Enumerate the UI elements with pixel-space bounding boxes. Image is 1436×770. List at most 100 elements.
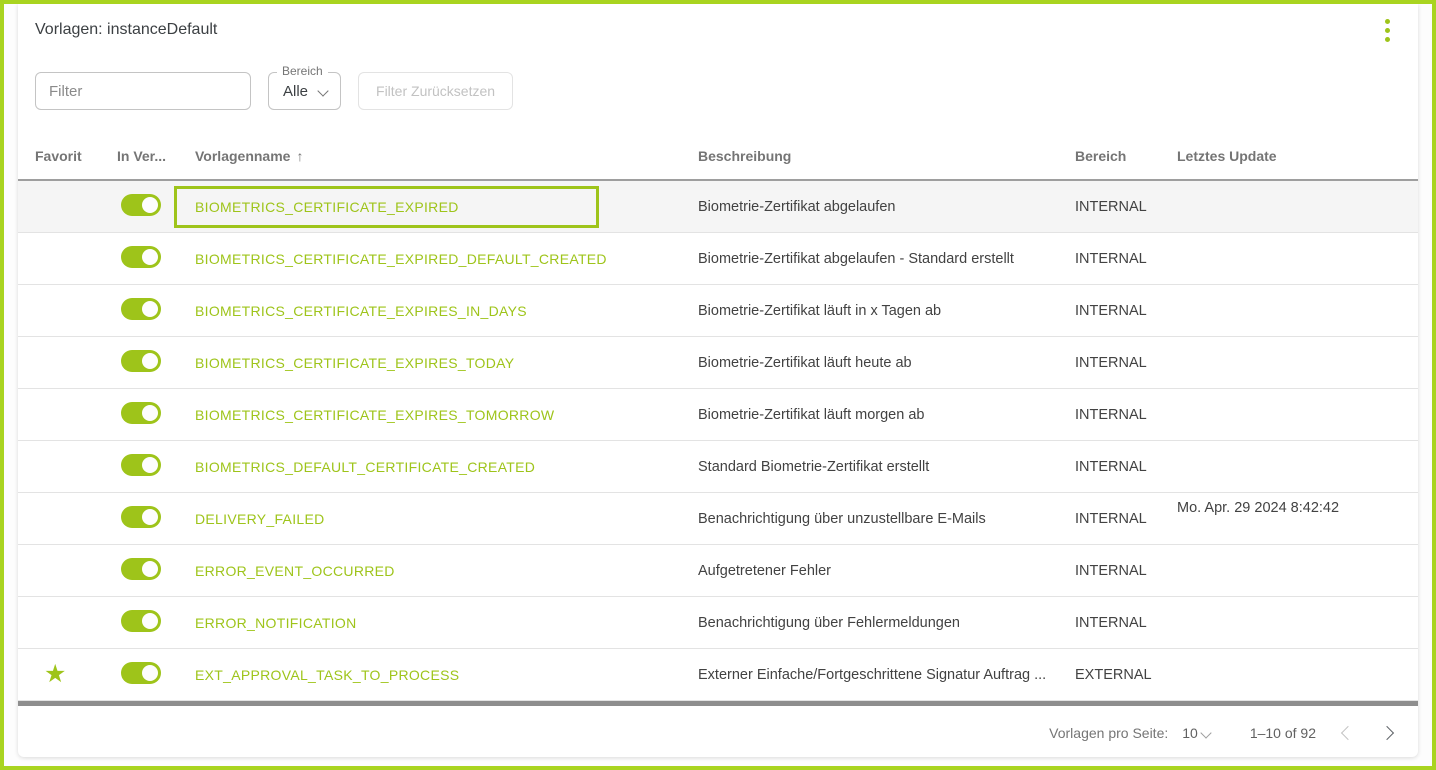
favorit-cell: ★	[35, 194, 117, 219]
favorit-cell: ★	[35, 350, 117, 375]
scope-cell: INTERNAL	[1075, 511, 1177, 527]
more-vertical-icon[interactable]	[1379, 13, 1396, 48]
favorit-cell: ★	[35, 506, 117, 531]
description-cell: Biometrie-Zertifikat läuft in x Tagen ab	[698, 303, 1075, 319]
header-bereich: Bereich	[1075, 148, 1177, 164]
filter-input[interactable]	[35, 72, 251, 110]
scope-cell: INTERNAL	[1075, 407, 1177, 423]
name-cell: ERROR_EVENT_OCCURRED	[195, 563, 698, 579]
name-cell: BIOMETRICS_CERTIFICATE_EXPIRES_IN_DAYS	[195, 303, 698, 319]
template-name-link[interactable]: BIOMETRICS_CERTIFICATE_EXPIRED_DEFAULT_C…	[195, 251, 607, 267]
in-use-toggle[interactable]	[121, 246, 161, 268]
last-update-cell	[1177, 337, 1401, 388]
horizontal-scrollbar[interactable]	[18, 701, 1418, 706]
table-row: ★ ERROR_EVENT_OCCURRED Aufgetretener Feh…	[18, 545, 1418, 597]
table-row: ★ BIOMETRICS_CERTIFICATE_EXPIRES_TODAY B…	[18, 337, 1418, 389]
in-use-toggle[interactable]	[121, 610, 161, 632]
title-bar: Vorlagen: instanceDefault	[18, 4, 1418, 56]
in-use-toggle[interactable]	[121, 558, 161, 580]
in-use-toggle[interactable]	[121, 506, 161, 528]
template-name-link[interactable]: BIOMETRICS_CERTIFICATE_EXPIRED	[195, 199, 459, 215]
favorit-cell: ★	[35, 454, 117, 479]
bereich-select-value: Alle	[283, 83, 308, 100]
template-name-link[interactable]: ERROR_NOTIFICATION	[195, 615, 356, 631]
header-vorlagenname[interactable]: Vorlagenname↑	[195, 148, 698, 164]
table-row: ★ ERROR_NOTIFICATION Benachrichtigung üb…	[18, 597, 1418, 649]
favorit-cell: ★	[35, 298, 117, 323]
name-cell: EXT_APPROVAL_TASK_TO_PROCESS	[195, 667, 698, 683]
in-use-cell	[117, 610, 195, 636]
template-name-link[interactable]: BIOMETRICS_DEFAULT_CERTIFICATE_CREATED	[195, 459, 535, 475]
name-focus-box: ERROR_NOTIFICATION	[195, 615, 698, 631]
last-update-cell: Mo. Apr. 29 2024 8:42:42	[1177, 493, 1401, 544]
in-use-cell	[117, 298, 195, 324]
name-focus-box: EXT_APPROVAL_TASK_TO_PROCESS	[195, 667, 698, 683]
in-use-toggle[interactable]	[121, 194, 161, 216]
description-cell: Standard Biometrie-Zertifikat erstellt	[698, 459, 1075, 475]
name-cell: BIOMETRICS_DEFAULT_CERTIFICATE_CREATED	[195, 459, 698, 475]
scope-cell: INTERNAL	[1075, 303, 1177, 319]
templates-card: Vorlagen: instanceDefault Bereich Alle F…	[18, 4, 1418, 757]
in-use-cell	[117, 506, 195, 532]
page-size-select[interactable]: 10	[1182, 725, 1212, 741]
description-cell: Benachrichtigung über Fehlermeldungen	[698, 615, 1075, 631]
description-cell: Biometrie-Zertifikat abgelaufen - Standa…	[698, 251, 1075, 267]
table-row: ★ BIOMETRICS_CERTIFICATE_EXPIRED Biometr…	[18, 181, 1418, 233]
last-update-cell	[1177, 389, 1401, 440]
in-use-toggle[interactable]	[121, 298, 161, 320]
header-favorit: Favorit	[35, 148, 117, 164]
app-frame: Vorlagen: instanceDefault Bereich Alle F…	[0, 0, 1436, 770]
description-cell: Aufgetretener Fehler	[698, 563, 1075, 579]
header-beschreibung: Beschreibung	[698, 148, 1075, 164]
template-name-link[interactable]: BIOMETRICS_CERTIFICATE_EXPIRES_TODAY	[195, 355, 514, 371]
favorit-cell: ★	[35, 246, 117, 271]
in-use-cell	[117, 402, 195, 428]
scope-cell: INTERNAL	[1075, 251, 1177, 267]
chevron-down-icon	[318, 86, 328, 96]
template-name-link[interactable]: EXT_APPROVAL_TASK_TO_PROCESS	[195, 667, 459, 683]
in-use-cell	[117, 662, 195, 688]
in-use-cell	[117, 454, 195, 480]
last-update-cell	[1177, 181, 1401, 232]
last-update-cell	[1177, 441, 1401, 492]
scope-cell: INTERNAL	[1075, 355, 1177, 371]
in-use-toggle[interactable]	[121, 350, 161, 372]
in-use-cell	[117, 558, 195, 584]
in-use-toggle[interactable]	[121, 454, 161, 476]
template-name-link[interactable]: ERROR_EVENT_OCCURRED	[195, 563, 395, 579]
name-focus-box: ERROR_EVENT_OCCURRED	[195, 563, 698, 579]
name-focus-box: BIOMETRICS_CERTIFICATE_EXPIRES_TOMORROW	[195, 407, 698, 423]
name-cell: BIOMETRICS_CERTIFICATE_EXPIRED_DEFAULT_C…	[195, 251, 698, 267]
page-range-label: 1–10 of 92	[1250, 725, 1316, 741]
header-letztes-update: Letztes Update	[1177, 148, 1401, 164]
template-name-link[interactable]: BIOMETRICS_CERTIFICATE_EXPIRES_TOMORROW	[195, 407, 554, 423]
name-cell: BIOMETRICS_CERTIFICATE_EXPIRES_TOMORROW	[195, 407, 698, 423]
table-row: ★ DELIVERY_FAILED Benachrichtigung über …	[18, 493, 1418, 545]
favorit-cell: ★	[35, 662, 117, 687]
scope-cell: INTERNAL	[1075, 563, 1177, 579]
description-cell: Biometrie-Zertifikat läuft heute ab	[698, 355, 1075, 371]
scope-cell: EXTERNAL	[1075, 667, 1177, 683]
favorit-cell: ★	[35, 610, 117, 635]
table-row: ★ BIOMETRICS_CERTIFICATE_EXPIRED_DEFAULT…	[18, 233, 1418, 285]
filter-reset-button[interactable]: Filter Zurücksetzen	[358, 72, 513, 110]
last-update-cell	[1177, 649, 1401, 700]
in-use-toggle[interactable]	[121, 402, 161, 424]
chevron-left-icon[interactable]	[1334, 721, 1358, 745]
template-name-link[interactable]: DELIVERY_FAILED	[195, 511, 325, 527]
template-name-link[interactable]: BIOMETRICS_CERTIFICATE_EXPIRES_IN_DAYS	[195, 303, 527, 319]
star-icon[interactable]: ★	[35, 662, 66, 687]
name-focus-box: BIOMETRICS_CERTIFICATE_EXPIRES_TODAY	[195, 355, 698, 371]
chevron-down-icon	[1200, 728, 1212, 740]
name-cell: BIOMETRICS_CERTIFICATE_EXPIRES_TODAY	[195, 355, 698, 371]
bereich-select[interactable]: Bereich Alle	[268, 72, 341, 110]
table-header: Favorit In Ver... Vorlagenname↑ Beschrei…	[18, 132, 1418, 181]
in-use-toggle[interactable]	[121, 662, 161, 684]
name-focus-box: BIOMETRICS_CERTIFICATE_EXPIRED_DEFAULT_C…	[195, 251, 698, 267]
name-focus-box: BIOMETRICS_CERTIFICATE_EXPIRED	[174, 186, 599, 228]
chevron-right-icon[interactable]	[1376, 721, 1400, 745]
scope-cell: INTERNAL	[1075, 459, 1177, 475]
table-row: ★ BIOMETRICS_CERTIFICATE_EXPIRES_TOMORRO…	[18, 389, 1418, 441]
scope-cell: INTERNAL	[1075, 615, 1177, 631]
header-in-use: In Ver...	[117, 148, 195, 164]
